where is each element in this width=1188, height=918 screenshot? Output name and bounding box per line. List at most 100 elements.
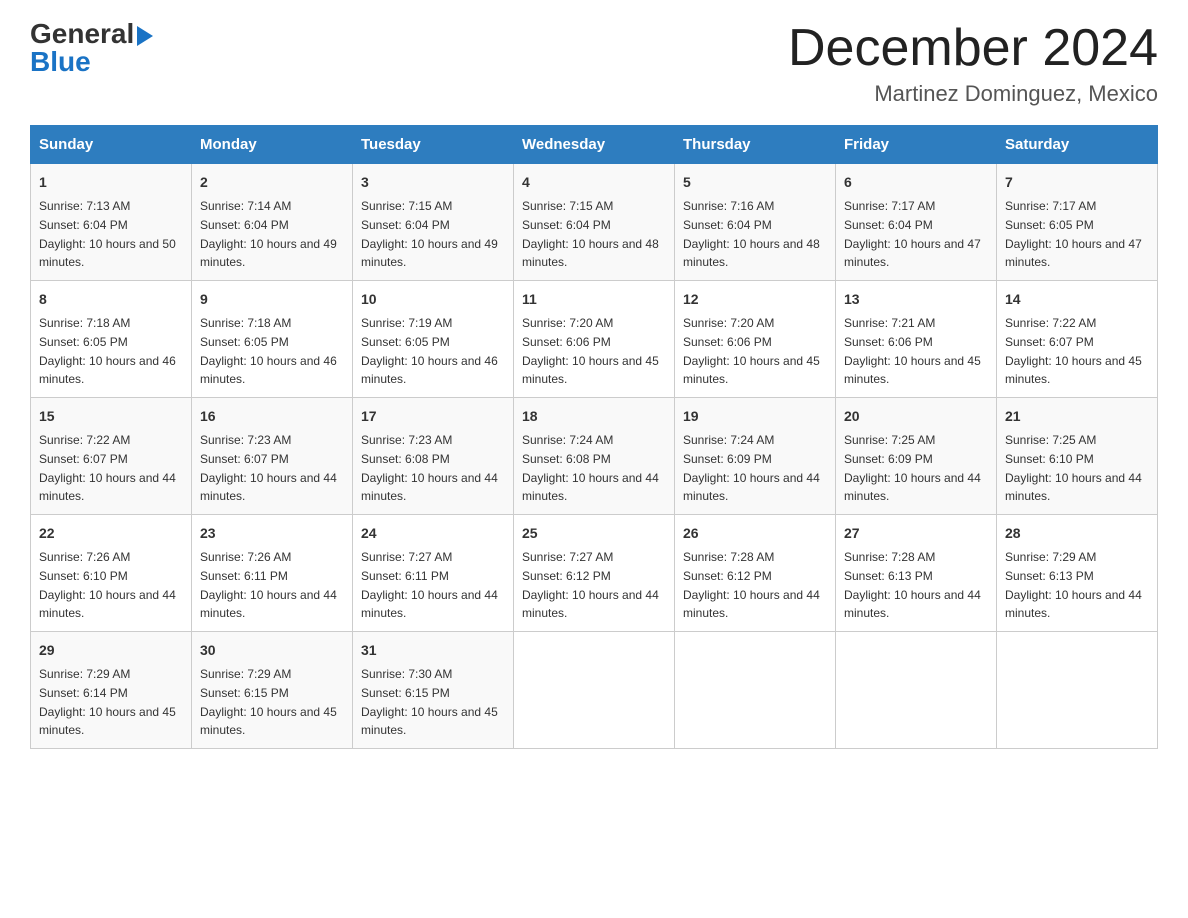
day-number: 27 [844, 523, 988, 544]
day-number: 26 [683, 523, 827, 544]
logo-blue-text: Blue [30, 48, 91, 76]
day-info: Sunrise: 7:15 AMSunset: 6:04 PMDaylight:… [522, 199, 659, 269]
day-info: Sunrise: 7:22 AMSunset: 6:07 PMDaylight:… [39, 433, 176, 503]
calendar-week-2: 8 Sunrise: 7:18 AMSunset: 6:05 PMDaylight… [31, 281, 1158, 398]
day-info: Sunrise: 7:25 AMSunset: 6:10 PMDaylight:… [1005, 433, 1142, 503]
day-info: Sunrise: 7:18 AMSunset: 6:05 PMDaylight:… [39, 316, 176, 386]
day-info: Sunrise: 7:15 AMSunset: 6:04 PMDaylight:… [361, 199, 498, 269]
day-info: Sunrise: 7:16 AMSunset: 6:04 PMDaylight:… [683, 199, 820, 269]
day-info: Sunrise: 7:17 AMSunset: 6:05 PMDaylight:… [1005, 199, 1142, 269]
calendar-cell: 14 Sunrise: 7:22 AMSunset: 6:07 PMDayligh… [997, 281, 1158, 398]
page-title: December 2024 [788, 20, 1158, 77]
calendar-cell: 29Sunrise: 7:29 AMSunset: 6:14 PMDayligh… [31, 632, 192, 749]
day-number: 23 [200, 523, 344, 544]
day-number: 15 [39, 406, 183, 427]
calendar-cell: 11 Sunrise: 7:20 AMSunset: 6:06 PMDayligh… [514, 281, 675, 398]
header-tuesday: Tuesday [353, 126, 514, 164]
day-number: 17 [361, 406, 505, 427]
calendar-cell: 7 Sunrise: 7:17 AMSunset: 6:05 PMDaylight… [997, 164, 1158, 281]
day-number: 25 [522, 523, 666, 544]
day-info: Sunrise: 7:23 AMSunset: 6:08 PMDaylight:… [361, 433, 498, 503]
calendar-cell: 15 Sunrise: 7:22 AMSunset: 6:07 PMDayligh… [31, 398, 192, 515]
day-info: Sunrise: 7:20 AMSunset: 6:06 PMDaylight:… [522, 316, 659, 386]
header-friday: Friday [836, 126, 997, 164]
calendar-header-row: Sunday Monday Tuesday Wednesday Thursday… [31, 126, 1158, 164]
calendar-cell: 10 Sunrise: 7:19 AMSunset: 6:05 PMDayligh… [353, 281, 514, 398]
calendar-cell [675, 632, 836, 749]
day-info: Sunrise: 7:29 AMSunset: 6:13 PMDaylight:… [1005, 550, 1142, 620]
calendar-cell: 6 Sunrise: 7:17 AMSunset: 6:04 PMDaylight… [836, 164, 997, 281]
day-info: Sunrise: 7:28 AMSunset: 6:13 PMDaylight:… [844, 550, 981, 620]
calendar-cell: 18Sunrise: 7:24 AMSunset: 6:08 PMDayligh… [514, 398, 675, 515]
header-thursday: Thursday [675, 126, 836, 164]
calendar-week-1: 1 Sunrise: 7:13 AMSunset: 6:04 PMDaylight… [31, 164, 1158, 281]
logo-general-text: General [30, 20, 134, 48]
day-number: 13 [844, 289, 988, 310]
calendar-cell: 31Sunrise: 7:30 AMSunset: 6:15 PMDayligh… [353, 632, 514, 749]
calendar-cell: 13Sunrise: 7:21 AMSunset: 6:06 PMDayligh… [836, 281, 997, 398]
calendar-cell: 30 Sunrise: 7:29 AMSunset: 6:15 PMDayligh… [192, 632, 353, 749]
day-info: Sunrise: 7:30 AMSunset: 6:15 PMDaylight:… [361, 667, 498, 737]
day-info: Sunrise: 7:17 AMSunset: 6:04 PMDaylight:… [844, 199, 981, 269]
calendar-week-4: 22 Sunrise: 7:26 AMSunset: 6:10 PMDayligh… [31, 515, 1158, 632]
day-number: 7 [1005, 172, 1149, 193]
calendar-cell [997, 632, 1158, 749]
day-number: 6 [844, 172, 988, 193]
day-number: 9 [200, 289, 344, 310]
day-number: 1 [39, 172, 183, 193]
header-sunday: Sunday [31, 126, 192, 164]
day-info: Sunrise: 7:23 AMSunset: 6:07 PMDaylight:… [200, 433, 337, 503]
calendar-cell: 5 Sunrise: 7:16 AMSunset: 6:04 PMDaylight… [675, 164, 836, 281]
day-number: 3 [361, 172, 505, 193]
header-saturday: Saturday [997, 126, 1158, 164]
day-info: Sunrise: 7:26 AMSunset: 6:11 PMDaylight:… [200, 550, 337, 620]
day-info: Sunrise: 7:24 AMSunset: 6:09 PMDaylight:… [683, 433, 820, 503]
calendar-cell: 28Sunrise: 7:29 AMSunset: 6:13 PMDayligh… [997, 515, 1158, 632]
day-number: 19 [683, 406, 827, 427]
day-number: 20 [844, 406, 988, 427]
day-number: 12 [683, 289, 827, 310]
day-number: 14 [1005, 289, 1149, 310]
day-info: Sunrise: 7:22 AMSunset: 6:07 PMDaylight:… [1005, 316, 1142, 386]
day-info: Sunrise: 7:25 AMSunset: 6:09 PMDaylight:… [844, 433, 981, 503]
day-info: Sunrise: 7:24 AMSunset: 6:08 PMDaylight:… [522, 433, 659, 503]
day-info: Sunrise: 7:26 AMSunset: 6:10 PMDaylight:… [39, 550, 176, 620]
calendar-cell: 21 Sunrise: 7:25 AMSunset: 6:10 PMDayligh… [997, 398, 1158, 515]
day-info: Sunrise: 7:20 AMSunset: 6:06 PMDaylight:… [683, 316, 820, 386]
page-subtitle: Martinez Dominguez, Mexico [788, 81, 1158, 107]
day-number: 11 [522, 289, 666, 310]
day-number: 8 [39, 289, 183, 310]
calendar-cell: 9 Sunrise: 7:18 AMSunset: 6:05 PMDaylight… [192, 281, 353, 398]
day-info: Sunrise: 7:18 AMSunset: 6:05 PMDaylight:… [200, 316, 337, 386]
calendar-cell: 27 Sunrise: 7:28 AMSunset: 6:13 PMDayligh… [836, 515, 997, 632]
day-info: Sunrise: 7:27 AMSunset: 6:12 PMDaylight:… [522, 550, 659, 620]
day-number: 22 [39, 523, 183, 544]
logo-arrow-icon [137, 26, 153, 46]
logo: General Blue [30, 20, 153, 76]
calendar-cell: 12 Sunrise: 7:20 AMSunset: 6:06 PMDayligh… [675, 281, 836, 398]
day-number: 30 [200, 640, 344, 661]
day-number: 29 [39, 640, 183, 661]
day-info: Sunrise: 7:13 AMSunset: 6:04 PMDaylight:… [39, 199, 176, 269]
day-info: Sunrise: 7:19 AMSunset: 6:05 PMDaylight:… [361, 316, 498, 386]
page-header: General Blue December 2024 Martinez Domi… [30, 20, 1158, 107]
calendar-cell: 19 Sunrise: 7:24 AMSunset: 6:09 PMDayligh… [675, 398, 836, 515]
day-number: 2 [200, 172, 344, 193]
day-info: Sunrise: 7:14 AMSunset: 6:04 PMDaylight:… [200, 199, 337, 269]
day-number: 10 [361, 289, 505, 310]
calendar-cell: 25 Sunrise: 7:27 AMSunset: 6:12 PMDayligh… [514, 515, 675, 632]
day-info: Sunrise: 7:28 AMSunset: 6:12 PMDaylight:… [683, 550, 820, 620]
day-number: 21 [1005, 406, 1149, 427]
day-number: 5 [683, 172, 827, 193]
header-wednesday: Wednesday [514, 126, 675, 164]
day-number: 16 [200, 406, 344, 427]
day-number: 4 [522, 172, 666, 193]
calendar-cell: 1 Sunrise: 7:13 AMSunset: 6:04 PMDaylight… [31, 164, 192, 281]
calendar-cell: 2 Sunrise: 7:14 AMSunset: 6:04 PMDaylight… [192, 164, 353, 281]
calendar-week-5: 29Sunrise: 7:29 AMSunset: 6:14 PMDayligh… [31, 632, 1158, 749]
calendar-cell: 4 Sunrise: 7:15 AMSunset: 6:04 PMDaylight… [514, 164, 675, 281]
header-monday: Monday [192, 126, 353, 164]
calendar-cell: 8 Sunrise: 7:18 AMSunset: 6:05 PMDaylight… [31, 281, 192, 398]
day-info: Sunrise: 7:29 AMSunset: 6:15 PMDaylight:… [200, 667, 337, 737]
day-number: 24 [361, 523, 505, 544]
